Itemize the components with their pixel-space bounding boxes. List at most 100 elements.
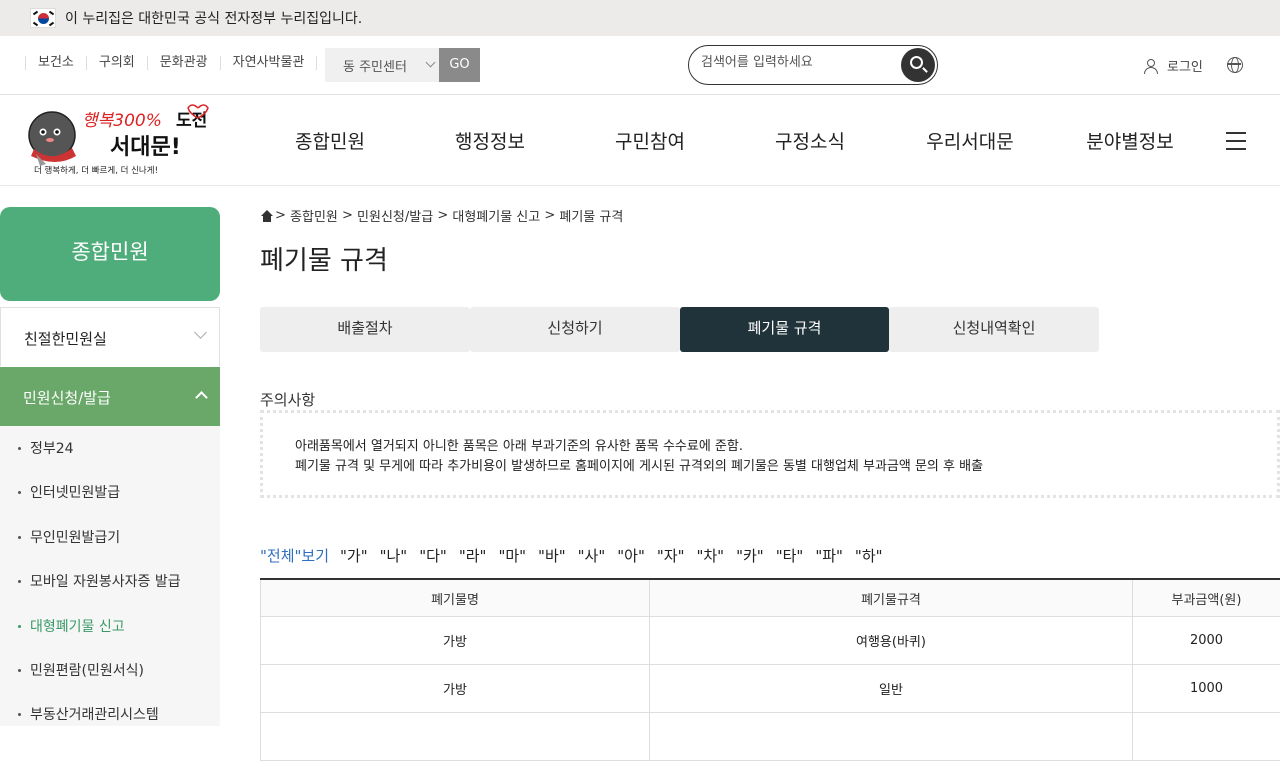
breadcrumb-item[interactable]: 종합민원 [290,206,338,225]
submenu-item-kiosk[interactable]: 무인민원발급기 [18,527,120,547]
table-row: 가방 일반 1000 [260,665,1280,713]
bullet-icon [18,579,21,583]
link-council[interactable]: 구의회 [85,56,147,70]
index-ba[interactable]: "바" [538,545,566,566]
gov-banner-text: 이 누리집은 대한민국 공식 전자정부 누리집입니다. [65,11,363,27]
chevron-down-icon [425,57,436,68]
gnb-item-news[interactable]: 구정소식 [730,127,890,154]
page-title: 폐기물 규격 [260,246,388,276]
index-ma[interactable]: "마" [498,545,526,566]
consonant-index: "전체"보기 "가" "나" "다" "라" "마" "바" "사" "아" "… [260,545,895,566]
submenu-item-gov24[interactable]: 정부24 [18,438,74,458]
table-header-row: 폐기물명 폐기물규격 부과금액(원) [260,580,1280,617]
chevron-down-icon [194,326,207,339]
bullet-icon [18,624,21,628]
table-cell: 2000 [1132,617,1280,664]
index-ga[interactable]: "가" [340,545,368,566]
breadcrumb-item[interactable]: 민원신청/발급 [357,206,433,225]
submenu-label: 모바일 자원봉사자증 발급 [30,574,181,590]
notice-title: 주의사항 [260,391,316,409]
submenu-label: 부동산거래관리시스템 [30,707,159,723]
breadcrumb-item[interactable]: 대형폐기물 신고 [452,206,540,225]
tab-history[interactable]: 신청내역확인 [889,307,1099,352]
index-a[interactable]: "아" [617,545,645,566]
waste-spec-table: 폐기물명 폐기물규격 부과금액(원) 가방 여행용(바퀴) 2000 가방 일반… [260,578,1280,761]
tab-apply[interactable]: 신청하기 [470,307,680,352]
table-row [260,713,1280,761]
submenu-label: 대형폐기물 신고 [30,619,125,635]
column-header: 부과금액(원) [1132,580,1280,616]
globe-icon[interactable] [1227,57,1243,73]
sidebar-item-label: 민원신청/발급 [23,389,111,407]
district-logo[interactable]: 행복300% 도전 서대문! 더 행복하게, 더 빠르게, 더 신나게! [26,102,211,176]
submenu-label: 무인민원발급기 [30,530,121,546]
bullet-icon [18,535,21,539]
gnb-item-our-seodaemun[interactable]: 우리서대문 [890,127,1050,154]
bullet-icon [18,446,21,450]
sidebar-item-friendly-office[interactable]: 친절한민원실 [0,307,220,366]
sidebar-title: 종합민원 [0,207,220,301]
gnb-item-admin-info[interactable]: 행정정보 [410,127,570,154]
index-sa[interactable]: "사" [578,545,606,566]
notice-line: 아래품목에서 열거되지 아니한 품목은 아래 부과기준의 유사한 품목 수수료에… [295,439,743,454]
table-cell: 일반 [649,665,1132,712]
login-link[interactable]: 로그인 [1143,56,1203,75]
svg-text:행복300%: 행복300% [82,111,162,131]
submenu-item-civil-forms[interactable]: 민원편람(민원서식) [18,660,144,680]
breadcrumb-current: 폐기물 규격 [559,210,624,225]
tab-procedure[interactable]: 배출절차 [260,307,470,352]
gov-banner: 이 누리집은 대한민국 공식 전자정부 누리집입니다. [0,0,1280,36]
notice-box: 아래품목에서 열거되지 아니한 품목은 아래 부과기준의 유사한 품목 수수료에… [260,410,1280,498]
dong-center-select[interactable]: 동 주민센터 [325,48,440,82]
index-ja[interactable]: "자" [657,545,685,566]
submenu-label: 인터넷민원발급 [30,485,121,501]
breadcrumb: > 종합민원 > 민원신청/발급 > 대형폐기물 신고 > 폐기물 규격 [260,206,623,225]
index-da[interactable]: "다" [419,545,447,566]
search-button[interactable] [901,48,935,82]
link-natural-history-museum[interactable]: 자연사박물관 [219,56,318,70]
submenu-item-real-estate[interactable]: 부동산거래관리시스템 [18,704,159,724]
quick-links: 보건소 구의회 문화관광 자연사박물관 [25,56,318,70]
sidebar-submenu: 정부24 인터넷민원발급 무인민원발급기 모바일 자원봉사자증 발급 대형폐기물… [0,426,220,726]
index-all[interactable]: "전체"보기 [260,545,329,566]
gnb-item-participation[interactable]: 구민참여 [570,127,730,154]
search-box [688,45,938,85]
search-input[interactable] [701,55,891,70]
index-cha[interactable]: "차" [696,545,724,566]
column-header: 폐기물규격 [649,580,1132,616]
index-pa[interactable]: "파" [815,545,843,566]
chevron-up-icon [195,391,208,404]
submenu-item-internet-issuance[interactable]: 인터넷민원발급 [18,482,120,502]
utility-bar: 보건소 구의회 문화관광 자연사박물관 동 주민센터 GO 로그인 [0,36,1280,95]
global-navigation: 종합민원 행정정보 구민참여 구정소식 우리서대문 분야별정보 [250,127,1210,154]
home-icon[interactable] [260,209,273,222]
bullet-icon [18,712,21,716]
tab-bar: 배출절차 신청하기 폐기물 규격 신청내역확인 [260,307,1099,352]
index-na[interactable]: "나" [380,545,408,566]
svg-text:서대문!: 서대문! [110,135,181,160]
notice-line: 폐기물 규격 및 무게에 따라 추가비용이 발생하므로 홈페이지에 게시된 규격… [295,459,984,474]
sidebar-item-application[interactable]: 민원신청/발급 [0,367,220,426]
dong-select-value: 동 주민센터 [343,60,407,75]
submenu-item-bulk-waste[interactable]: 대형폐기물 신고 [18,616,125,636]
submenu-item-volunteer-card[interactable]: 모바일 자원봉사자증 발급 [18,571,181,591]
search-icon [910,56,923,69]
index-ra[interactable]: "라" [459,545,487,566]
index-ta[interactable]: "타" [776,545,804,566]
link-culture-tourism[interactable]: 문화관광 [146,56,220,70]
go-button[interactable]: GO [439,48,480,82]
index-ha[interactable]: "하" [855,545,883,566]
hamburger-menu-icon[interactable] [1226,132,1246,150]
tab-waste-spec[interactable]: 폐기물 규격 [680,307,889,352]
user-icon [1143,58,1159,74]
gnb-item-civil-service[interactable]: 종합민원 [250,127,410,154]
table-cell: 여행용(바퀴) [649,617,1132,664]
submenu-label: 민원편람(민원서식) [30,663,144,679]
gnb-item-field-info[interactable]: 분야별정보 [1050,127,1210,154]
korea-flag-icon [30,8,56,28]
table-cell: 가방 [260,665,649,712]
sidebar-item-label: 친절한민원실 [24,330,107,348]
index-ka[interactable]: "카" [736,545,764,566]
table-cell: 가방 [260,617,649,664]
link-health-center[interactable]: 보건소 [25,56,86,70]
